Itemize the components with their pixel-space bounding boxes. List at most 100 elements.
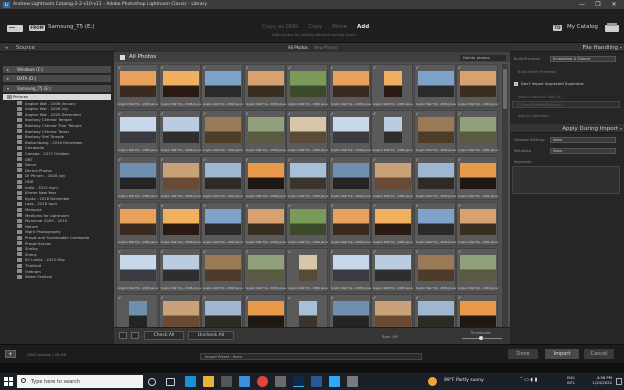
photo-checkbox[interactable]: ✓ [331,158,335,162]
store-icon[interactable] [221,376,232,387]
drive-windows[interactable]: ▸ Windows (C:) [3,66,111,73]
photo-thumbnail[interactable]: ✓ Angkor Wat Trip - 2006 January [201,110,243,154]
photo-checkbox[interactable]: ✓ [373,204,377,208]
source-selector[interactable]: Samsung_T5 (E:) [48,24,95,30]
photo-checkbox[interactable]: ✓ [373,112,377,116]
photo-checkbox[interactable]: ✓ [458,158,462,162]
done-button[interactable]: Done [508,349,538,359]
photo-thumbnail[interactable]: ✓ Angkor Wat Trip - 2006 January [201,156,243,200]
photo-checkbox[interactable]: ✓ [331,204,335,208]
photo-thumbnail[interactable]: ✓ Angkor Wat Trip - 2006 January [371,156,413,200]
photo-checkbox[interactable]: ✓ [288,158,292,162]
photo-thumbnail[interactable]: ✓ Angkor Wat Trip - 2006 January [413,156,456,200]
photo-checkbox[interactable]: ✓ [458,204,462,208]
photo-thumbnail[interactable]: ✓ Angkor Wat Trip - 2006 January [158,64,201,108]
collapse-triangle-icon[interactable]: ◂ [5,45,8,51]
photo-checkbox[interactable]: ✓ [246,158,250,162]
cancel-button[interactable]: Cancel [584,349,614,359]
duplicates-checkbox[interactable]: ✓ [514,82,518,86]
smart-previews-row[interactable]: Build Smart Previews [510,68,624,76]
metadata-select[interactable]: None [550,148,616,154]
photo-checkbox[interactable]: ✓ [458,112,462,116]
photo-thumbnail[interactable]: ✓ Angkor Wat Trip - 2006 January [286,110,328,154]
close-button[interactable]: ✕ [606,0,622,9]
photo-checkbox[interactable]: ✓ [118,112,122,116]
photo-thumbnail[interactable]: ✓ Angkor Wat Trip - 2006 January [328,248,371,292]
source-drive-icon[interactable] [6,24,24,33]
photo-thumbnail[interactable]: ✓ Angkor Wat Trip - 2006 January [286,248,328,292]
weather-text[interactable]: 89°F Partly sunny [444,378,484,383]
add-to-collection-row[interactable]: Add to Collection [510,112,624,120]
photo-thumbnail[interactable]: ✓ Angkor Wat Trip - 2006 January [413,110,456,154]
photo-thumbnail[interactable]: ✓ Angkor Wat Trip - 2006 January [456,248,498,292]
photo-thumbnail[interactable]: ✓ Angkor Wat Trip - 2006 January [158,202,201,246]
photo-thumbnail[interactable]: ✓ Angkor Wat Trip - 2006 January [116,156,158,200]
photo-thumbnail[interactable]: ✓ Angkor Wat Trip - 2006 January [371,202,413,246]
lightroom-taskbar-icon[interactable] [293,376,304,387]
photo-checkbox[interactable]: ✓ [203,112,207,116]
photo-checkbox[interactable]: ✓ [416,66,420,70]
photo-checkbox[interactable]: ✓ [118,204,122,208]
photo-thumbnail[interactable]: ✓ Angkor Wat Trip - 2006 January [158,110,201,154]
grid-scrollbar[interactable] [502,64,508,340]
photo-thumbnail[interactable]: ✓ Angkor Wat Trip - 2006 January [116,202,158,246]
photo-checkbox[interactable]: ✓ [458,250,462,254]
minimize-button[interactable]: — [574,0,590,9]
uncheck-all-button[interactable]: Uncheck All [188,331,234,340]
grid-options-select[interactable]: Delete photos [460,54,506,61]
photo-checkbox[interactable]: ✓ [288,66,292,70]
photo-thumbnail[interactable]: ✓ Angkor Wat Trip - 2006 January [456,64,498,108]
photo-checkbox[interactable]: ✓ [161,250,165,254]
settings-icon[interactable] [275,376,286,387]
language-indicator[interactable]: ENG INTL [567,376,575,385]
grid-view-icon[interactable] [119,332,127,339]
photo-thumbnail[interactable]: ✓ Angkor Wat Trip - 2006 January [243,248,286,292]
photo-thumbnail[interactable]: ✓ Angkor Wat Trip - 2006 January [371,110,413,154]
folder-item[interactable]: Water Festival [3,274,111,280]
loupe-view-icon[interactable] [131,332,139,339]
photo-thumbnail[interactable]: ✓ Angkor Wat Trip - 2006 January [328,202,371,246]
photo-checkbox[interactable]: ✓ [373,66,377,70]
word-icon[interactable] [311,376,322,387]
photo-thumbnail[interactable]: ✓ Angkor Wat Trip - 2006 January [201,64,243,108]
second-copy-path[interactable]: C:/Users/Andrew/Pictures/... [512,101,620,108]
maximize-button[interactable]: ❐ [590,0,606,9]
taskbar-clock[interactable]: 4:56 PM 1/24/2022 [582,375,612,385]
taskbar-search[interactable]: Type here to search [17,375,143,388]
photo-checkbox[interactable]: ✓ [416,204,420,208]
photo-checkbox[interactable]: ✓ [161,112,165,116]
photo-checkbox[interactable]: ✓ [458,296,462,300]
photo-checkbox[interactable]: ✓ [246,250,250,254]
photo-checkbox[interactable]: ✓ [203,296,207,300]
photo-checkbox[interactable]: ✓ [416,296,420,300]
photo-checkbox[interactable]: ✓ [118,296,122,300]
photo-checkbox[interactable]: ✓ [331,250,335,254]
photo-checkbox[interactable]: ✓ [288,296,292,300]
dont-import-duplicates-row[interactable]: ✓ Don't Import Suspected Duplicates [510,80,624,88]
photo-checkbox[interactable]: ✓ [203,250,207,254]
import-preset-select[interactable]: Import Preset : None [200,353,422,360]
photo-checkbox[interactable]: ✓ [246,204,250,208]
photo-thumbnail[interactable]: ✓ Angkor Wat Trip - 2006 January [286,202,328,246]
photo-thumbnail[interactable]: ✓ Angkor Wat Trip - 2006 January [371,64,413,108]
photo-checkbox[interactable]: ✓ [203,158,207,162]
photoshop-icon[interactable] [329,376,340,387]
edge-icon[interactable] [185,376,196,387]
photo-thumbnail[interactable]: ✓ Angkor Wat Trip - 2006 January [371,248,413,292]
photo-thumbnail[interactable]: ✓ Angkor Wat Trip - 2006 January [328,64,371,108]
photo-checkbox[interactable]: ✓ [203,66,207,70]
mode-copy-as-dng[interactable]: Copy as DNG [262,24,298,30]
source-panel-header[interactable]: ◂ Source [0,43,114,52]
tab-all-photos[interactable]: All Photos [288,45,308,50]
sort-control[interactable]: Sort: Off [382,334,398,339]
photo-thumbnail[interactable]: ✓ Angkor Wat Trip - 2006 January [116,64,158,108]
photo-thumbnail[interactable]: ✓ Angkor Wat Trip - 2006 January [286,156,328,200]
photo-checkbox[interactable]: ✓ [246,66,250,70]
photo-thumbnail[interactable]: ✓ Angkor Wat Trip - 2006 January [116,110,158,154]
photo-checkbox[interactable]: ✓ [288,204,292,208]
file-explorer-icon[interactable] [203,376,214,387]
photo-checkbox[interactable]: ✓ [203,204,207,208]
tab-new-photos[interactable]: New Photos [314,45,338,50]
photo-thumbnail[interactable]: ✓ Angkor Wat Trip - 2006 January [456,156,498,200]
apply-during-import-header[interactable]: Apply During Import ▾ [510,124,624,133]
